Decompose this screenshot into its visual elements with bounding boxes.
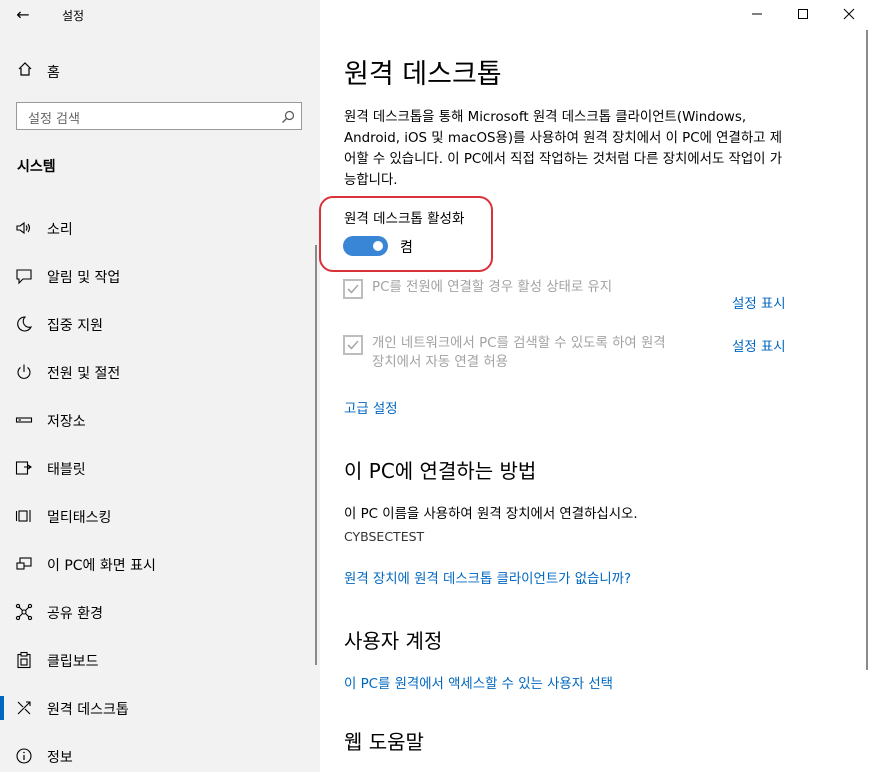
remote-desktop-toggle[interactable] xyxy=(343,236,388,256)
back-button[interactable]: ← xyxy=(8,3,38,27)
discoverable-label-line2: 장치에서 자동 연결 허용 xyxy=(372,355,508,370)
sidebar-item-label: 정보 xyxy=(47,750,73,766)
sidebar-item-label: 전원 및 절전 xyxy=(47,366,121,382)
main-scrollbar[interactable] xyxy=(866,30,868,670)
moon-icon xyxy=(15,315,33,333)
home-icon xyxy=(17,61,33,81)
clipboard-icon xyxy=(15,651,33,669)
show-settings-link-1[interactable]: 설정 표시 xyxy=(732,292,786,312)
toggle-knob xyxy=(373,241,383,251)
active-indicator xyxy=(0,696,4,720)
info-icon xyxy=(15,747,33,765)
power-icon xyxy=(15,363,33,381)
pc-name: CYBSECTEST xyxy=(344,529,425,544)
search-placeholder: 설정 검색 xyxy=(28,112,80,127)
check-icon xyxy=(347,284,359,294)
check-icon xyxy=(347,340,359,350)
sidebar-item-focus-assist[interactable]: 집중 지원 xyxy=(0,304,320,344)
tablet-icon xyxy=(15,459,33,477)
no-client-link[interactable]: 원격 장치에 원격 데스크톱 클라이언트가 없습니까? xyxy=(344,567,631,587)
sidebar-item-label: 원격 데스크톱 xyxy=(47,702,129,718)
sidebar-item-label: 집중 지원 xyxy=(47,318,103,334)
back-arrow-icon: ← xyxy=(16,5,30,24)
toggle-label: 원격 데스크톱 활성화 xyxy=(344,211,465,227)
sidebar-item-label: 저장소 xyxy=(47,414,86,430)
sidebar-item-sound[interactable]: 소리 xyxy=(0,208,320,248)
show-settings-link-2[interactable]: 설정 표시 xyxy=(732,335,786,355)
sidebar-item-label: 클립보드 xyxy=(47,654,99,670)
search-icon xyxy=(281,109,295,123)
multitask-icon xyxy=(15,507,33,525)
discoverable-checkbox[interactable] xyxy=(343,335,363,355)
sidebar-item-tablet[interactable]: 태블릿 xyxy=(0,448,320,488)
page-title: 원격 데스크톱 xyxy=(344,59,502,90)
sidebar-item-about[interactable]: 정보 xyxy=(0,736,320,776)
web-help-heading: 웹 도움말 xyxy=(344,730,424,754)
connect-text: 이 PC 이름을 사용하여 원격 장치에서 연결하십시오. xyxy=(344,507,638,522)
discoverable-label-line1: 개인 네트워크에서 PC를 검색할 수 있도록 하여 원격 xyxy=(372,336,666,351)
share-icon xyxy=(15,603,33,621)
connect-heading: 이 PC에 연결하는 방법 xyxy=(344,459,537,483)
notification-icon xyxy=(15,267,33,285)
sidebar-item-multitasking[interactable]: 멀티태스킹 xyxy=(0,496,320,536)
toggle-state: 켬 xyxy=(400,240,413,256)
accounts-heading: 사용자 계정 xyxy=(344,629,443,653)
sidebar-item-notifications[interactable]: 알림 및 작업 xyxy=(0,256,320,296)
select-users-link[interactable]: 이 PC를 원격에서 액세스할 수 있는 사용자 선택 xyxy=(344,672,613,692)
description: 원격 데스크톱을 통해 Microsoft 원격 데스크톱 클라이언트(Wind… xyxy=(344,110,783,188)
project-icon xyxy=(15,555,33,573)
sidebar-item-power[interactable]: 전원 및 절전 xyxy=(0,352,320,392)
home-label: 홈 xyxy=(47,65,60,81)
advanced-settings-link[interactable]: 고급 설정 xyxy=(344,397,398,417)
remote-desktop-icon xyxy=(15,699,33,717)
sidebar-item-label: 공유 환경 xyxy=(47,606,103,622)
sidebar-item-storage[interactable]: 저장소 xyxy=(0,400,320,440)
sidebar-item-home[interactable]: 홈 xyxy=(0,55,320,87)
sidebar-item-clipboard[interactable]: 클립보드 xyxy=(0,640,320,680)
sidebar-item-label: 소리 xyxy=(47,222,73,238)
sidebar-item-project[interactable]: 이 PC에 화면 표시 xyxy=(0,544,320,584)
app-title: 설정 xyxy=(62,9,85,23)
sidebar-item-label: 알림 및 작업 xyxy=(47,270,121,286)
keep-awake-label: PC를 전원에 연결할 경우 활성 상태로 유지 xyxy=(372,280,613,295)
sidebar: ← 설정 홈 설정 검색 시스템 소리 알림 및 작업 집중 지원 전원 및 절… xyxy=(0,0,320,772)
sidebar-item-label: 태블릿 xyxy=(47,462,86,478)
sidebar-item-label: 이 PC에 화면 표시 xyxy=(47,558,156,574)
sidebar-item-label: 멀티태스킹 xyxy=(47,510,112,526)
sidebar-scrollbar[interactable] xyxy=(315,245,317,665)
keep-awake-checkbox[interactable] xyxy=(343,279,363,299)
section-title: 시스템 xyxy=(17,159,56,175)
title-bar: ← 설정 xyxy=(0,0,320,30)
speaker-icon xyxy=(15,219,33,237)
sidebar-item-remote-desktop[interactable]: 원격 데스크톱 xyxy=(0,688,320,728)
search-input[interactable]: 설정 검색 xyxy=(16,102,302,130)
storage-icon xyxy=(15,411,33,429)
sidebar-item-shared-experiences[interactable]: 공유 환경 xyxy=(0,592,320,632)
